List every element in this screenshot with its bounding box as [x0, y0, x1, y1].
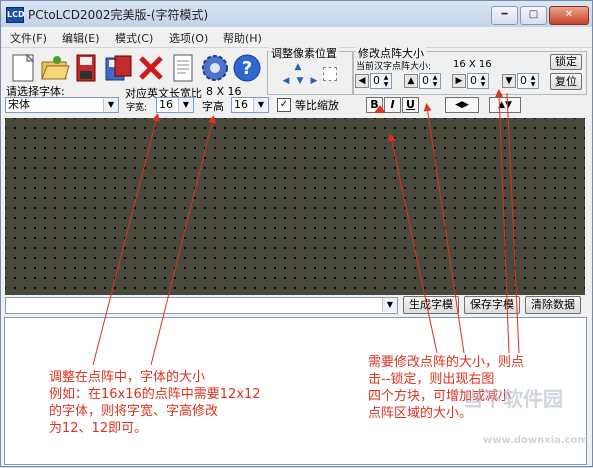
app-window: LCD PCtoLCD2002完美版-(字符模式) ━ □ ✕ 文件(F) 编辑… [0, 0, 593, 467]
annotation-arrows [92, 89, 520, 366]
